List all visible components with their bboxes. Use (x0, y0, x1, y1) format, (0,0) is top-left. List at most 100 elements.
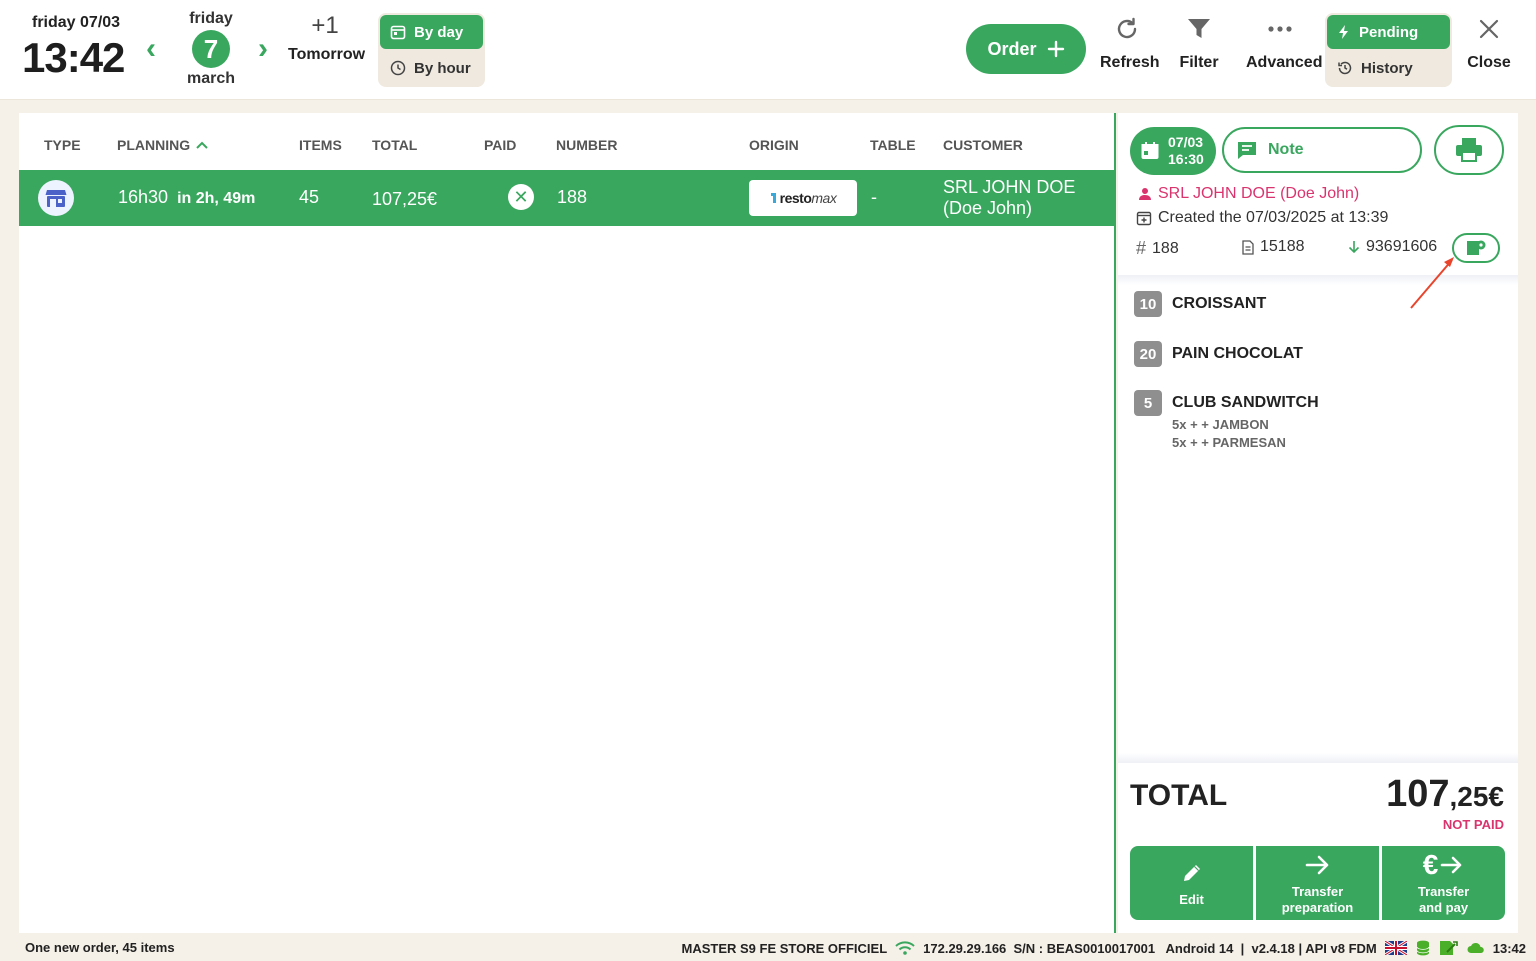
transfer-preparation-button[interactable]: Transfer preparation (1256, 846, 1379, 920)
new-order-button[interactable]: Order (966, 24, 1086, 74)
column-header-planning-label: PLANNING (117, 137, 191, 153)
column-header-table[interactable]: TABLE (870, 137, 916, 153)
item-modifier: 5x + + PARMESAN (1172, 435, 1286, 450)
column-header-paid[interactable]: PAID (484, 137, 516, 153)
total-cell: 107,25€ (372, 189, 438, 209)
item-quantity: 5 (1134, 390, 1162, 416)
filter-icon (1188, 19, 1210, 38)
previous-day-button[interactable]: ‹ (146, 34, 156, 64)
sync-document-icon (1439, 941, 1458, 955)
total-amount-dec: ,25€ (1449, 781, 1505, 812)
hash-icon: # (1136, 238, 1147, 258)
column-header-planning[interactable]: PLANNING (117, 137, 208, 153)
wifi-icon (895, 941, 915, 955)
next-day-button[interactable]: › (258, 34, 268, 64)
created-at: Created the 07/03/2025 at 13:39 (1136, 209, 1388, 227)
order-number: # 188 (1136, 238, 1179, 259)
scheduled-date-pill[interactable]: 07/03 16:30 (1130, 127, 1216, 175)
close-icon (1479, 19, 1499, 39)
history-label: History (1361, 59, 1413, 77)
by-day-label: By day (414, 23, 464, 41)
pending-button[interactable]: Pending (1327, 15, 1450, 49)
list-item[interactable]: 5 CLUB SANDWITCH 5x + + JAMBON 5x + + PA… (1134, 390, 1319, 452)
refresh-button[interactable]: Refresh (1100, 12, 1160, 72)
column-header-number[interactable]: NUMBER (556, 137, 617, 153)
planning-cell: 16h30 in 2h, 49m (118, 187, 255, 208)
advanced-button[interactable]: Advanced (1246, 12, 1323, 72)
advanced-label: Advanced (1246, 54, 1323, 71)
refresh-label: Refresh (1100, 54, 1160, 71)
chevron-left-icon: ‹ (146, 32, 156, 65)
history-icon (1338, 61, 1352, 75)
restomax-logo-text-b: max (811, 190, 837, 206)
status-message: One new order, 45 items (25, 940, 175, 955)
arrow-right-icon (1440, 856, 1462, 874)
scheduled-date: 07/03 (1168, 134, 1204, 150)
transfer-pay-label-2: and pay (1418, 900, 1469, 915)
filter-button[interactable]: Filter (1176, 12, 1222, 72)
history-button[interactable]: History (1327, 51, 1450, 85)
store-type-badge (38, 180, 74, 216)
chevron-right-icon: › (258, 32, 268, 65)
transfer-and-pay-button[interactable]: € Transfer and pay (1382, 846, 1505, 920)
list-item[interactable]: 20 PAIN CHOCOLAT (1134, 341, 1303, 367)
transfer-pay-label-1: Transfer (1417, 884, 1470, 899)
header-bar: friday 07/03 13:42 ‹ friday 7 march › +1… (0, 0, 1536, 100)
arrow-down-icon (1348, 241, 1360, 254)
document-number-text: 15188 (1260, 238, 1305, 255)
annotation-arrow-icon (1410, 257, 1454, 309)
clock-icon (390, 60, 406, 76)
total-separator (1118, 753, 1518, 763)
table-cell: - (871, 187, 877, 207)
edit-button[interactable]: Edit (1130, 846, 1253, 920)
column-header-type[interactable]: TYPE (44, 137, 81, 153)
close-button[interactable]: Close (1466, 12, 1512, 72)
view-mode-toggle: By day By hour (378, 13, 485, 87)
order-number-text: 188 (1152, 239, 1179, 257)
ticket-roll-button[interactable] (1452, 233, 1500, 263)
column-header-items[interactable]: ITEMS (299, 137, 342, 153)
note-label: Note (1268, 141, 1304, 158)
document-icon (1242, 239, 1254, 255)
column-header-origin[interactable]: ORIGIN (749, 137, 799, 153)
close-label: Close (1467, 54, 1511, 71)
euro-icon: € (1422, 849, 1439, 880)
tomorrow-button[interactable]: +1 Tomorrow (288, 12, 365, 64)
note-button[interactable]: Note (1222, 127, 1422, 173)
transfer-preparation-label-2: preparation (1281, 900, 1354, 915)
selected-date-calendar[interactable]: friday 7 march (185, 10, 237, 88)
by-hour-button[interactable]: By hour (380, 51, 483, 85)
customer-name[interactable]: SRL JOHN DOE (Doe John) (1138, 185, 1359, 203)
planning-time: 16h30 (118, 187, 169, 207)
device-info: 172.29.29.166 S/N : BEAS0010017001 Andro… (923, 940, 1377, 956)
calendar-plus-icon (1136, 211, 1152, 226)
by-day-button[interactable]: By day (380, 15, 483, 49)
restomax-mark-icon (770, 193, 776, 203)
status-time: 13:42 (1492, 940, 1526, 956)
items-cell: 45 (299, 187, 320, 207)
table-row[interactable]: 16h30 in 2h, 49m 45 107,25€ ✕ 188 resto m… (19, 170, 1115, 226)
calendar-icon (390, 25, 406, 40)
item-name: CROISSANT (1172, 295, 1267, 312)
calendar-day: 7 (192, 30, 230, 68)
column-header-customer[interactable]: CUSTOMER (943, 137, 1023, 153)
print-button[interactable] (1434, 125, 1504, 175)
tomorrow-offset: +1 (311, 12, 339, 39)
customer-cell: SRL JOHN DOE (Doe John) (943, 177, 1076, 218)
calendar-icon (1141, 142, 1159, 159)
document-number: 15188 (1242, 238, 1305, 256)
not-paid-icon: ✕ (508, 184, 534, 210)
printer-icon (1456, 138, 1482, 162)
panel-divider (1114, 113, 1116, 933)
store-icon (45, 190, 67, 207)
lightning-icon (1339, 25, 1348, 39)
column-header-total[interactable]: TOTAL (372, 137, 417, 153)
number-cell: 188 (557, 187, 588, 207)
items-separator (1118, 275, 1518, 285)
customer-name-text: SRL JOHN DOE (Doe John) (1158, 185, 1360, 202)
item-quantity: 20 (1134, 341, 1162, 367)
order-label: Order (987, 38, 1037, 59)
item-name: CLUB SANDWITCH (1172, 394, 1319, 411)
list-item[interactable]: 10 CROISSANT (1134, 291, 1266, 317)
uk-flag-icon[interactable] (1384, 941, 1407, 955)
